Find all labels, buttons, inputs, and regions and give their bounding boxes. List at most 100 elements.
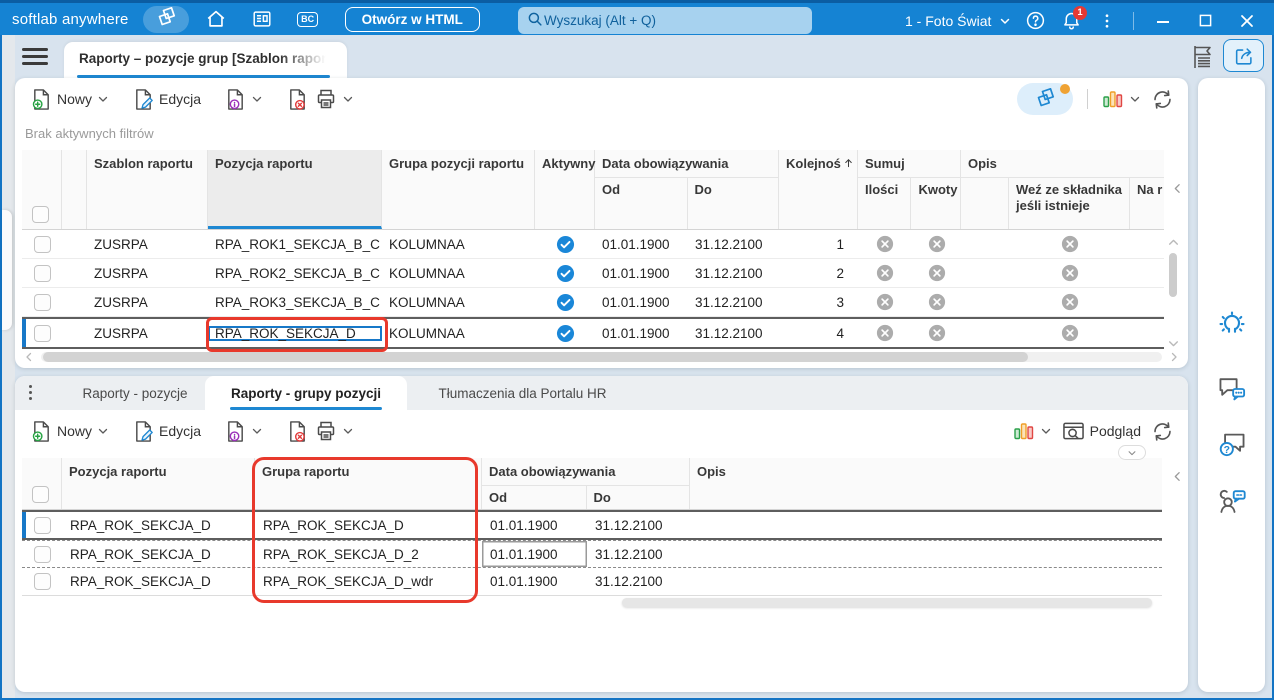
workspace-variants-button[interactable] — [1017, 83, 1073, 115]
scrollbar-thumb[interactable] — [622, 598, 1152, 607]
detail-tabs: Raporty - pozycje Raporty - grupy pozycj… — [15, 376, 1188, 410]
cell-kolejnosc: 4 — [836, 325, 844, 341]
column-header-sumuj[interactable]: Sumuj Ilości Kwoty — [858, 150, 961, 229]
row-checkbox[interactable] — [33, 516, 51, 534]
more-menu-button[interactable] — [1091, 6, 1123, 36]
column-header-szablon[interactable]: Szablon raportu — [87, 150, 208, 229]
column-header-opis-sub — [961, 178, 1009, 229]
news-button[interactable] — [243, 4, 281, 34]
select-all-checkbox[interactable] — [32, 206, 49, 223]
minimize-button[interactable] — [1144, 6, 1182, 36]
chart-button[interactable] — [1013, 420, 1052, 442]
table-row[interactable]: ZUSRPA RPA_ROK1_SEKCJA_B_C KOLUMNAA 01.0… — [22, 230, 1164, 259]
share-button[interactable] — [1223, 39, 1264, 72]
hamburger-menu-button[interactable] — [22, 48, 48, 69]
new-button[interactable]: Nowy — [31, 420, 109, 443]
delete-button[interactable] — [287, 420, 308, 443]
help-chat-button[interactable]: ? — [1213, 426, 1251, 464]
company-selector[interactable]: 1 - Foto Świat — [905, 3, 1011, 38]
collapse-columns-button[interactable] — [1171, 182, 1184, 198]
row-checkbox[interactable] — [33, 324, 51, 342]
cell-aktywny — [535, 293, 595, 312]
edit-button[interactable]: Edycja — [133, 88, 201, 111]
column-header-do[interactable]: Do — [688, 178, 779, 229]
delete-button[interactable] — [287, 88, 308, 111]
help-button[interactable] — [1019, 6, 1051, 36]
print-button[interactable] — [315, 420, 354, 442]
tab-raporty-grupy-pozycji[interactable]: Raporty - grupy pozycji — [205, 376, 407, 410]
column-header-nar[interactable]: Na r — [1130, 178, 1164, 229]
delete-record-icon — [290, 420, 305, 442]
global-search[interactable] — [518, 7, 812, 34]
tab-tlumaczenia-portal-hr[interactable]: Tłumaczenia dla Portalu HR — [420, 376, 625, 410]
workspaces-button[interactable] — [142, 5, 189, 33]
horizontal-scrollbar[interactable] — [23, 350, 1180, 363]
column-header-wez[interactable]: Weź ze składnika jeśli istnieje — [1009, 178, 1130, 229]
table-row[interactable]: RPA_ROK_SEKCJA_D RPA_ROK_SEKCJA_D_2 01.0… — [22, 540, 1162, 568]
table-row-selected[interactable]: ZUSRPA RPA_ROK_SEKCJA_D KOLUMNAA 01.01.1… — [22, 317, 1164, 349]
cell-ilosci — [858, 235, 912, 253]
row-checkbox[interactable] — [33, 293, 51, 311]
column-header-opis[interactable]: Opis — [690, 458, 1157, 509]
column-header-kwoty[interactable]: Kwoty — [911, 178, 960, 229]
drag-handle-icon[interactable] — [29, 385, 32, 400]
suggestions-button[interactable] — [1213, 306, 1251, 344]
vertical-scrollbar[interactable] — [1167, 236, 1180, 350]
column-header-od[interactable]: Od — [482, 486, 587, 509]
community-chat-button[interactable] — [1213, 482, 1251, 520]
scrollbar-thumb[interactable] — [1169, 253, 1177, 297]
select-all-checkbox[interactable] — [32, 486, 49, 503]
column-header-opis[interactable]: Opis Weź ze składnika jeśli istnieje Na … — [961, 150, 1164, 229]
bc-button[interactable]: BC — [289, 4, 327, 34]
print-button[interactable] — [315, 88, 354, 110]
left-panel-handle[interactable] — [2, 210, 12, 330]
new-record-icon — [32, 420, 49, 442]
chevron-down-icon — [1041, 428, 1050, 434]
x-circle-icon — [1061, 293, 1078, 311]
new-button-label: Nowy — [57, 423, 93, 439]
info-button[interactable] — [225, 88, 263, 111]
row-checkbox[interactable] — [33, 545, 51, 563]
refresh-button[interactable] — [1151, 88, 1174, 111]
home-button[interactable] — [197, 4, 235, 34]
edit-button[interactable]: Edycja — [133, 420, 201, 443]
kebab-menu-icon — [1105, 13, 1109, 28]
table-row-selected[interactable]: RPA_ROK_SEKCJA_D RPA_ROK_SEKCJA_D 01.01.… — [22, 510, 1162, 540]
row-checkbox[interactable] — [33, 235, 51, 253]
row-checkbox[interactable] — [33, 264, 51, 282]
structure-flag-button[interactable] — [1188, 43, 1218, 71]
cell-kwoty — [912, 324, 961, 342]
maximize-button[interactable] — [1186, 6, 1224, 36]
row-checkbox[interactable] — [33, 573, 51, 590]
column-header-grupa[interactable]: Grupa raportu — [255, 458, 482, 509]
close-button[interactable] — [1228, 6, 1266, 36]
column-header-aktywny[interactable]: Aktywny — [535, 150, 595, 229]
collapse-columns-button[interactable] — [1171, 470, 1184, 486]
preview-button[interactable]: Podgląd — [1062, 421, 1141, 442]
info-button[interactable] — [225, 420, 263, 443]
table-row[interactable]: RPA_ROK_SEKCJA_D RPA_ROK_SEKCJA_D_wdr 01… — [22, 568, 1162, 596]
tab-raporty-pozycje[interactable]: Raporty - pozycje — [60, 376, 210, 410]
open-in-html-button[interactable]: Otwórz w HTML — [344, 6, 480, 32]
collapse-panel-button[interactable] — [1118, 445, 1146, 460]
table-row[interactable]: ZUSRPA RPA_ROK2_SEKCJA_B_C KOLUMNAA 01.0… — [22, 259, 1164, 288]
column-header-data[interactable]: Data obowiązywania Od Do — [595, 150, 779, 229]
scrollbar-thumb[interactable] — [43, 351, 1028, 362]
feedback-chat-button[interactable] — [1213, 370, 1251, 408]
column-header-kolejnosc[interactable]: Kolejnoś — [779, 150, 858, 229]
column-header-do[interactable]: Do — [587, 486, 690, 509]
cell-od: 01.01.1900 — [602, 325, 670, 341]
column-header-pozycja[interactable]: Pozycja raportu — [208, 150, 382, 229]
table-row[interactable]: ZUSRPA RPA_ROK3_SEKCJA_B_C KOLUMNAA 01.0… — [22, 288, 1164, 317]
column-header-grupa[interactable]: Grupa pozycji raportu — [382, 150, 535, 229]
workspace-tab[interactable]: Raporty – pozycje grup [Szablon rapor — [64, 42, 347, 78]
refresh-button[interactable] — [1151, 420, 1174, 443]
column-header-od[interactable]: Od — [595, 178, 688, 229]
column-header-data[interactable]: Data obowiązywania Od Do — [482, 458, 690, 509]
column-header-pozycja[interactable]: Pozycja raportu — [62, 458, 255, 509]
chart-button[interactable] — [1102, 88, 1141, 110]
notifications-button[interactable]: 1 — [1055, 5, 1087, 36]
column-header-ilosci[interactable]: Ilości — [858, 178, 912, 229]
new-button[interactable]: Nowy — [31, 88, 109, 111]
search-input[interactable] — [544, 13, 784, 28]
